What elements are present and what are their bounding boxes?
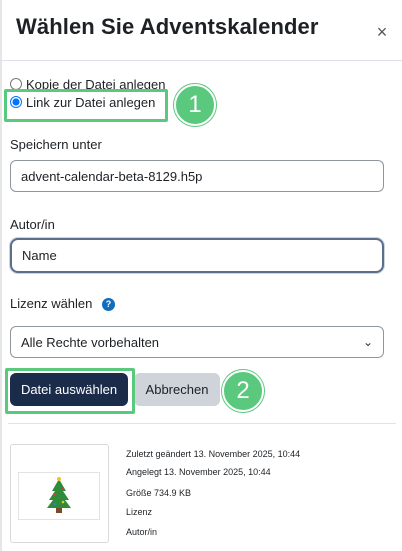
author-label: Autor/in [10, 217, 55, 232]
license-label-row: Lizenz wählen ? [10, 296, 116, 312]
file-thumbnail [18, 472, 100, 520]
author-input[interactable]: Name [10, 238, 384, 273]
header-divider [0, 60, 402, 61]
save-as-label: Speichern unter [10, 137, 102, 152]
cancel-button[interactable]: Abbrechen [134, 373, 220, 406]
chevron-down-icon: ⌄ [362, 335, 373, 349]
meta-author: Autor/in [126, 527, 158, 537]
section-divider [8, 423, 396, 424]
help-icon[interactable]: ? [102, 298, 116, 312]
meta-modified: Zuletzt geändert 13. November 2025, 10:4… [126, 449, 300, 459]
license-selected: Alle Rechte vorbehalten [21, 334, 160, 350]
save-as-input[interactable]: advent-calendar-beta-8129.h5p [10, 160, 384, 192]
close-icon[interactable]: × [372, 22, 392, 42]
save-as-value: advent-calendar-beta-8129.h5p [21, 168, 203, 184]
license-select[interactable]: Alle Rechte vorbehalten ⌄ [10, 326, 384, 358]
step-badge-2: 2 [222, 370, 264, 412]
left-border [0, 0, 2, 551]
meta-created: Angelegt 13. November 2025, 10:44 [126, 467, 271, 477]
modified-value: 13. November 2025, 10:44 [193, 449, 301, 459]
christmas-tree-icon [47, 477, 71, 513]
file-picker-dialog: Wählen Sie Adventskalender × Kopie der D… [0, 0, 402, 551]
highlight-link-option [4, 89, 168, 122]
meta-size: Größe 734.9 KB [126, 488, 191, 498]
modified-label: Zuletzt geändert [126, 449, 192, 459]
size-value: 734.9 KB [154, 488, 192, 498]
meta-license: Lizenz [126, 507, 153, 517]
step-badge-1: 1 [174, 84, 216, 126]
license-label: Lizenz wählen [10, 296, 93, 311]
created-value: 13. November 2025, 10:44 [164, 467, 271, 477]
highlight-select-button [5, 368, 135, 414]
size-label: Größe [126, 488, 152, 498]
created-label: Angelegt [126, 467, 162, 477]
author-value: Name [22, 248, 57, 263]
dialog-title: Wählen Sie Adventskalender [16, 14, 319, 39]
